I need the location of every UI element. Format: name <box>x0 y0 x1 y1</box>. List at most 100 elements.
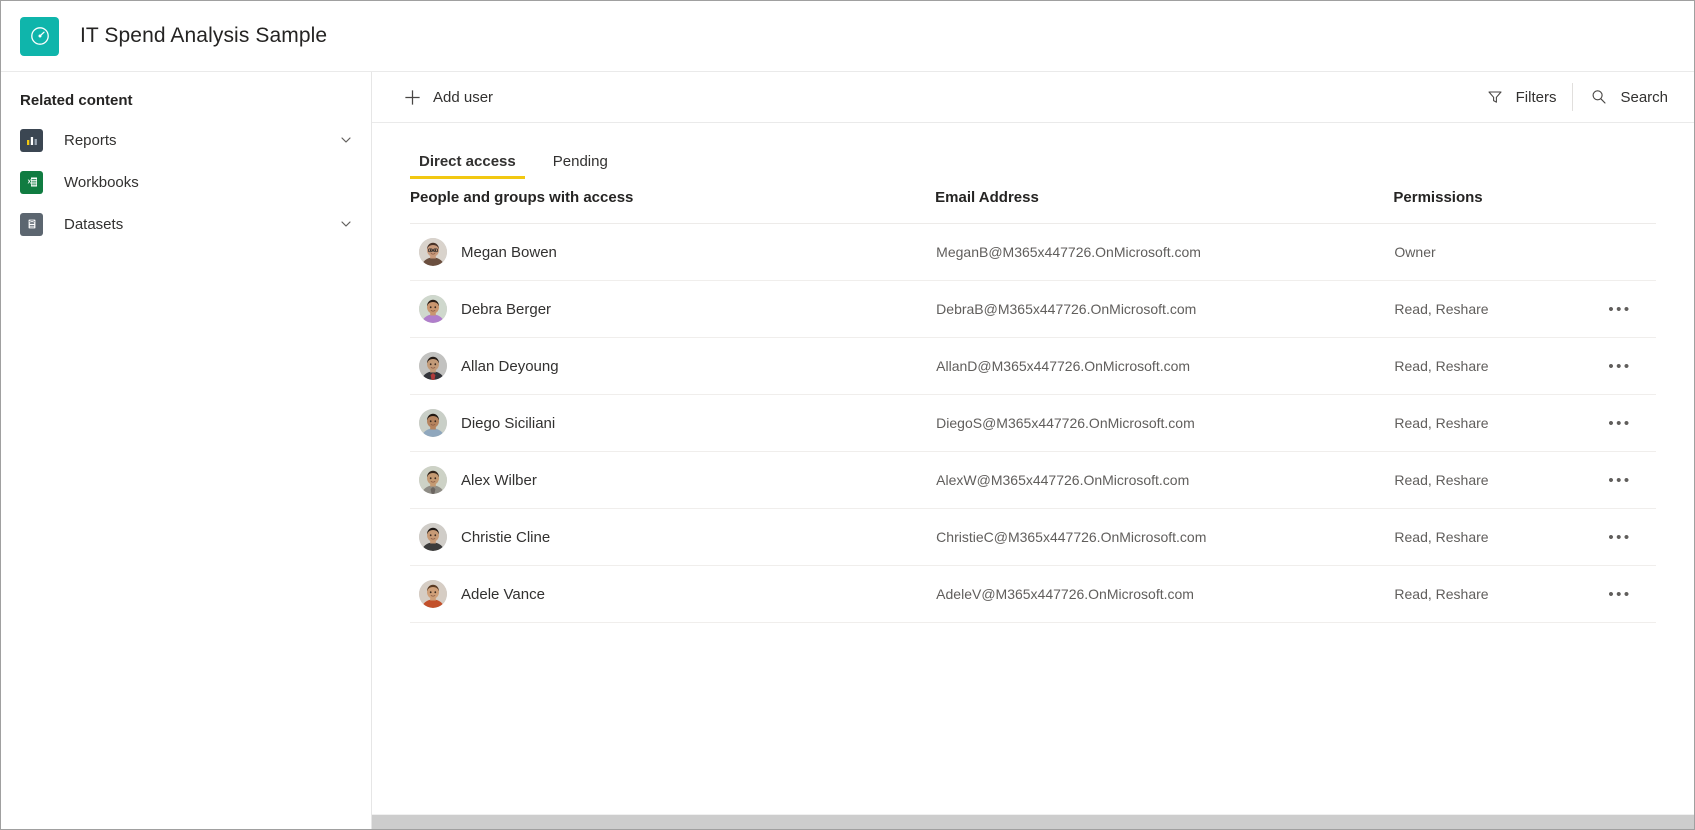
search-button[interactable]: Search <box>1579 72 1694 122</box>
command-bar: Add user Filters Search <box>372 72 1694 123</box>
person: Allan Deyoung <box>419 352 934 380</box>
cell-actions: ••• <box>1583 337 1656 395</box>
person: Alex Wilber <box>419 466 934 494</box>
report-bar-chart-icon <box>20 128 43 152</box>
sidebar-item-reports[interactable]: Reports <box>1 119 371 161</box>
cell-email: AlexW@M365x447726.OnMicrosoft.com <box>935 451 1394 509</box>
person-name: Allan Deyoung <box>461 357 559 375</box>
more-options-icon[interactable]: ••• <box>1604 295 1636 323</box>
column-header-permissions: Permissions <box>1393 179 1584 224</box>
cell-email: AdeleV@M365x447726.OnMicrosoft.com <box>935 565 1394 623</box>
cell-email: ChristieC@M365x447726.OnMicrosoft.com <box>935 508 1394 566</box>
cell-actions: ••• <box>1583 280 1656 338</box>
person-name: Alex Wilber <box>461 471 537 489</box>
cell-person: Debra Berger <box>410 280 936 338</box>
table-row[interactable]: Christie Cline ChristieC@M365x447726.OnM… <box>410 508 1656 566</box>
horizontal-scrollbar-thumb[interactable] <box>372 815 1694 829</box>
chevron-down-icon[interactable] <box>339 133 353 147</box>
permissions-window: IT Spend Analysis Sample Related content… <box>0 0 1695 830</box>
cell-actions: ••• <box>1583 565 1656 623</box>
person-name: Megan Bowen <box>461 243 557 261</box>
sidebar-heading: Related content <box>20 92 133 109</box>
avatar <box>419 295 447 323</box>
sidebar-item-datasets[interactable]: Datasets <box>1 203 371 245</box>
cell-person: Christie Cline <box>410 508 936 566</box>
access-table-container: People and groups with access Email Addr… <box>372 179 1694 814</box>
cell-permission: Read, Reshare <box>1393 394 1584 452</box>
cell-actions: ••• <box>1583 508 1656 566</box>
add-user-button[interactable]: Add user <box>392 72 503 122</box>
chevron-down-icon[interactable] <box>339 217 353 231</box>
person-name: Debra Berger <box>461 300 552 318</box>
cell-person: Diego Siciliani <box>410 394 936 452</box>
cell-permission: Read, Reshare <box>1393 337 1584 395</box>
dataset-database-icon <box>20 212 43 236</box>
more-options-icon[interactable]: ••• <box>1604 523 1636 551</box>
svg-text:X: X <box>27 180 31 186</box>
cell-permission: Read, Reshare <box>1393 280 1584 338</box>
more-options-icon[interactable]: ••• <box>1604 580 1636 608</box>
cell-email: AllanD@M365x447726.OnMicrosoft.com <box>935 337 1394 395</box>
sidebar-item-label: Workbooks <box>64 173 139 191</box>
sidebar-item-label: Reports <box>64 131 117 149</box>
search-label: Search <box>1620 88 1668 106</box>
sidebar-item-label: Datasets <box>64 215 124 233</box>
person-name: Diego Siciliani <box>461 414 556 432</box>
main-panel: Add user Filters Search Direct access Pe… <box>372 72 1694 829</box>
horizontal-scrollbar[interactable] <box>372 814 1694 829</box>
avatar <box>419 466 447 494</box>
table-row[interactable]: Alex Wilber AlexW@M365x447726.OnMicrosof… <box>410 451 1656 509</box>
add-user-label: Add user <box>433 88 494 106</box>
person: Christie Cline <box>419 523 934 551</box>
person: Diego Siciliani <box>419 409 934 437</box>
cell-actions: ••• <box>1583 223 1656 281</box>
cell-actions: ••• <box>1583 394 1656 452</box>
table-row[interactable]: Debra Berger DebraB@M365x447726.OnMicros… <box>410 280 1656 338</box>
more-options-icon[interactable]: ••• <box>1604 409 1636 437</box>
cell-permission: Owner <box>1393 223 1584 281</box>
window-body: Related content Reports X Workbooks Data… <box>1 72 1694 829</box>
table-body: Megan Bowen MeganB@M365x447726.OnMicroso… <box>410 223 1656 623</box>
person: Adele Vance <box>419 580 934 608</box>
excel-workbook-icon: X <box>20 170 43 194</box>
tab-list: Direct access Pending <box>372 123 1694 179</box>
avatar <box>419 409 447 437</box>
avatar <box>419 580 447 608</box>
table-row[interactable]: Diego Siciliani DiegoS@M365x447726.OnMic… <box>410 394 1656 452</box>
column-header-people: People and groups with access <box>410 179 936 224</box>
more-options-icon[interactable]: ••• <box>1604 466 1636 494</box>
cell-person: Alex Wilber <box>410 451 936 509</box>
funnel-icon <box>1485 87 1505 107</box>
avatar <box>419 238 447 266</box>
filters-label: Filters <box>1515 88 1557 106</box>
table-header-row: People and groups with access Email Addr… <box>410 179 1656 224</box>
tab-direct-access[interactable]: Direct access <box>410 153 525 179</box>
cell-email: DiegoS@M365x447726.OnMicrosoft.com <box>935 394 1394 452</box>
gauge-icon <box>20 16 59 56</box>
plus-icon <box>402 87 422 107</box>
more-options-icon[interactable]: ••• <box>1604 352 1636 380</box>
app-header: IT Spend Analysis Sample <box>1 1 1694 72</box>
filters-button[interactable]: Filters <box>1475 72 1567 122</box>
table-row[interactable]: Allan Deyoung AllanD@M365x447726.OnMicro… <box>410 337 1656 395</box>
sidebar: Related content Reports X Workbooks Data… <box>1 72 372 829</box>
tab-pending[interactable]: Pending <box>544 153 617 179</box>
table-row[interactable]: Adele Vance AdeleV@M365x447726.OnMicroso… <box>410 565 1656 623</box>
magnifier-icon <box>1589 87 1609 107</box>
avatar <box>419 352 447 380</box>
cell-permission: Read, Reshare <box>1393 508 1584 566</box>
cell-person: Adele Vance <box>410 565 936 623</box>
table-header: People and groups with access Email Addr… <box>410 179 1656 224</box>
avatar <box>419 523 447 551</box>
column-header-email: Email Address <box>935 179 1394 224</box>
access-table: People and groups with access Email Addr… <box>410 179 1656 623</box>
column-header-actions <box>1583 179 1656 224</box>
toolbar-divider <box>1572 83 1574 111</box>
cell-permission: Read, Reshare <box>1393 451 1584 509</box>
person-name: Adele Vance <box>461 585 545 603</box>
cell-email: MeganB@M365x447726.OnMicrosoft.com <box>935 223 1394 281</box>
person: Megan Bowen <box>419 238 934 266</box>
cell-person: Allan Deyoung <box>410 337 936 395</box>
sidebar-item-workbooks[interactable]: X Workbooks <box>1 161 371 203</box>
table-row[interactable]: Megan Bowen MeganB@M365x447726.OnMicroso… <box>410 223 1656 281</box>
